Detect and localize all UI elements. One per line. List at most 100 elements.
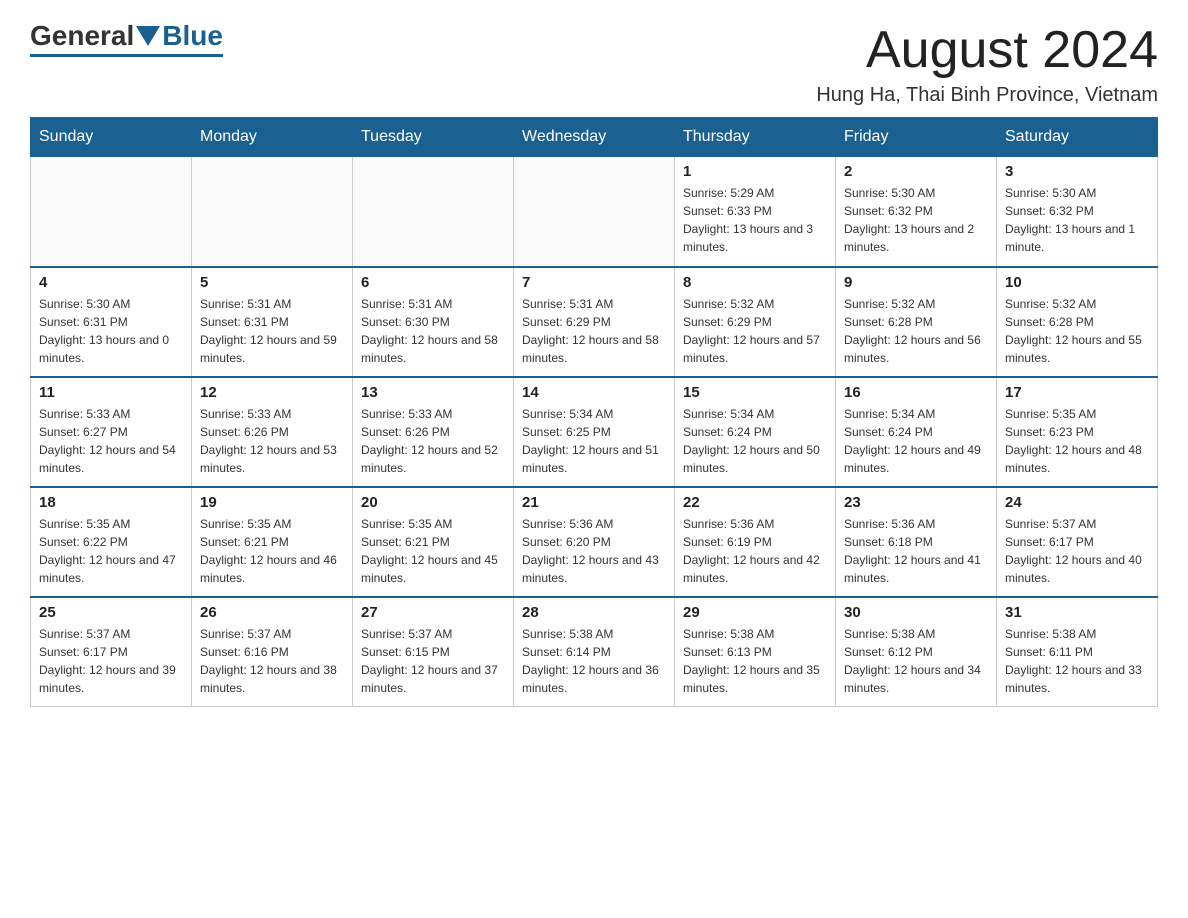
day-info: Sunrise: 5:38 AMSunset: 6:11 PMDaylight:… <box>1005 625 1149 697</box>
calendar-cell: 25Sunrise: 5:37 AMSunset: 6:17 PMDayligh… <box>31 597 192 707</box>
calendar-cell: 28 Sunrise: 5:38 AMSunset: 6:14 PMDayligh… <box>514 597 675 707</box>
day-info: Sunrise: 5:32 AMSunset: 6:29 PMDaylight:… <box>683 295 827 367</box>
day-number: 28 <box>522 604 666 621</box>
logo-underline <box>30 54 223 57</box>
day-number: 2 <box>844 163 988 180</box>
calendar-cell: 20 Sunrise: 5:35 AMSunset: 6:21 PMDayligh… <box>353 487 514 597</box>
calendar-cell: 9 Sunrise: 5:32 AMSunset: 6:28 PMDaylight… <box>836 267 997 377</box>
day-number: 23 <box>844 494 988 511</box>
day-number: 8 <box>683 274 827 291</box>
calendar-cell: 29 Sunrise: 5:38 AMSunset: 6:13 PMDayligh… <box>675 597 836 707</box>
day-info: Sunrise: 5:32 AMSunset: 6:28 PMDaylight:… <box>844 295 988 367</box>
day-info: Sunrise: 5:30 AMSunset: 6:31 PMDaylight:… <box>39 295 183 367</box>
calendar-cell: 24 Sunrise: 5:37 AMSunset: 6:17 PMDayligh… <box>997 487 1158 597</box>
day-info: Sunrise: 5:30 AMSunset: 6:32 PMDaylight:… <box>844 184 988 256</box>
calendar-cell: 30 Sunrise: 5:38 AMSunset: 6:12 PMDayligh… <box>836 597 997 707</box>
calendar-cell <box>353 157 514 267</box>
calendar-cell: 23 Sunrise: 5:36 AMSunset: 6:18 PMDayligh… <box>836 487 997 597</box>
day-info: Sunrise: 5:37 AMSunset: 6:15 PMDaylight:… <box>361 625 505 697</box>
calendar-cell: 4 Sunrise: 5:30 AMSunset: 6:31 PMDaylight… <box>31 267 192 377</box>
day-number: 10 <box>1005 274 1149 291</box>
day-info: Sunrise: 5:38 AMSunset: 6:12 PMDaylight:… <box>844 625 988 697</box>
day-info: Sunrise: 5:35 AMSunset: 6:21 PMDaylight:… <box>361 515 505 587</box>
calendar-cell <box>31 157 192 267</box>
day-number: 13 <box>361 384 505 401</box>
location-text: Hung Ha, Thai Binh Province, Vietnam <box>816 84 1158 107</box>
calendar-cell: 3Sunrise: 5:30 AMSunset: 6:32 PMDaylight… <box>997 157 1158 267</box>
calendar-cell: 31 Sunrise: 5:38 AMSunset: 6:11 PMDayligh… <box>997 597 1158 707</box>
day-number: 4 <box>39 274 183 291</box>
day-info: Sunrise: 5:32 AMSunset: 6:28 PMDaylight:… <box>1005 295 1149 367</box>
calendar-table: SundayMondayTuesdayWednesdayThursdayFrid… <box>30 117 1158 707</box>
calendar-cell: 10 Sunrise: 5:32 AMSunset: 6:28 PMDayligh… <box>997 267 1158 377</box>
page-header: General Blue August 2024 Hung Ha, Thai B… <box>30 20 1158 107</box>
calendar-week-row: 11 Sunrise: 5:33 AMSunset: 6:27 PMDayligh… <box>31 377 1158 487</box>
day-info: Sunrise: 5:36 AMSunset: 6:19 PMDaylight:… <box>683 515 827 587</box>
day-number: 19 <box>200 494 344 511</box>
day-number: 15 <box>683 384 827 401</box>
day-info: Sunrise: 5:35 AMSunset: 6:22 PMDaylight:… <box>39 515 183 587</box>
title-section: August 2024 Hung Ha, Thai Binh Province,… <box>816 20 1158 107</box>
day-header-tuesday: Tuesday <box>353 118 514 157</box>
calendar-cell: 26 Sunrise: 5:37 AMSunset: 6:16 PMDayligh… <box>192 597 353 707</box>
calendar-cell: 11 Sunrise: 5:33 AMSunset: 6:27 PMDayligh… <box>31 377 192 487</box>
day-info: Sunrise: 5:37 AMSunset: 6:17 PMDaylight:… <box>39 625 183 697</box>
day-number: 9 <box>844 274 988 291</box>
day-header-thursday: Thursday <box>675 118 836 157</box>
day-number: 26 <box>200 604 344 621</box>
day-header-saturday: Saturday <box>997 118 1158 157</box>
logo-general-text: General <box>30 20 134 52</box>
calendar-cell: 14Sunrise: 5:34 AMSunset: 6:25 PMDayligh… <box>514 377 675 487</box>
day-header-friday: Friday <box>836 118 997 157</box>
day-info: Sunrise: 5:30 AMSunset: 6:32 PMDaylight:… <box>1005 184 1149 256</box>
day-number: 7 <box>522 274 666 291</box>
day-info: Sunrise: 5:33 AMSunset: 6:27 PMDaylight:… <box>39 405 183 477</box>
calendar-cell: 21Sunrise: 5:36 AMSunset: 6:20 PMDayligh… <box>514 487 675 597</box>
day-number: 31 <box>1005 604 1149 621</box>
day-info: Sunrise: 5:34 AMSunset: 6:25 PMDaylight:… <box>522 405 666 477</box>
calendar-header-row: SundayMondayTuesdayWednesdayThursdayFrid… <box>31 118 1158 157</box>
day-number: 30 <box>844 604 988 621</box>
day-info: Sunrise: 5:38 AMSunset: 6:14 PMDaylight:… <box>522 625 666 697</box>
day-info: Sunrise: 5:34 AMSunset: 6:24 PMDaylight:… <box>683 405 827 477</box>
day-number: 1 <box>683 163 827 180</box>
day-number: 24 <box>1005 494 1149 511</box>
calendar-cell: 13 Sunrise: 5:33 AMSunset: 6:26 PMDayligh… <box>353 377 514 487</box>
calendar-cell: 16Sunrise: 5:34 AMSunset: 6:24 PMDayligh… <box>836 377 997 487</box>
logo: General Blue <box>30 20 223 57</box>
day-info: Sunrise: 5:33 AMSunset: 6:26 PMDaylight:… <box>361 405 505 477</box>
day-info: Sunrise: 5:37 AMSunset: 6:17 PMDaylight:… <box>1005 515 1149 587</box>
day-number: 11 <box>39 384 183 401</box>
calendar-cell <box>192 157 353 267</box>
calendar-cell: 22Sunrise: 5:36 AMSunset: 6:19 PMDayligh… <box>675 487 836 597</box>
calendar-cell: 7 Sunrise: 5:31 AMSunset: 6:29 PMDaylight… <box>514 267 675 377</box>
calendar-week-row: 18 Sunrise: 5:35 AMSunset: 6:22 PMDayligh… <box>31 487 1158 597</box>
month-title: August 2024 <box>816 20 1158 80</box>
calendar-cell: 19 Sunrise: 5:35 AMSunset: 6:21 PMDayligh… <box>192 487 353 597</box>
day-info: Sunrise: 5:31 AMSunset: 6:31 PMDaylight:… <box>200 295 344 367</box>
day-number: 18 <box>39 494 183 511</box>
day-info: Sunrise: 5:35 AMSunset: 6:23 PMDaylight:… <box>1005 405 1149 477</box>
day-number: 21 <box>522 494 666 511</box>
day-number: 27 <box>361 604 505 621</box>
logo-triangle-icon <box>136 26 160 46</box>
day-info: Sunrise: 5:38 AMSunset: 6:13 PMDaylight:… <box>683 625 827 697</box>
day-info: Sunrise: 5:36 AMSunset: 6:18 PMDaylight:… <box>844 515 988 587</box>
day-header-sunday: Sunday <box>31 118 192 157</box>
calendar-cell <box>514 157 675 267</box>
calendar-week-row: 1Sunrise: 5:29 AMSunset: 6:33 PMDaylight… <box>31 157 1158 267</box>
calendar-cell: 8 Sunrise: 5:32 AMSunset: 6:29 PMDaylight… <box>675 267 836 377</box>
calendar-cell: 18 Sunrise: 5:35 AMSunset: 6:22 PMDayligh… <box>31 487 192 597</box>
calendar-cell: 2 Sunrise: 5:30 AMSunset: 6:32 PMDaylight… <box>836 157 997 267</box>
calendar-cell: 1Sunrise: 5:29 AMSunset: 6:33 PMDaylight… <box>675 157 836 267</box>
day-header-monday: Monday <box>192 118 353 157</box>
day-number: 20 <box>361 494 505 511</box>
day-info: Sunrise: 5:37 AMSunset: 6:16 PMDaylight:… <box>200 625 344 697</box>
day-number: 16 <box>844 384 988 401</box>
day-number: 29 <box>683 604 827 621</box>
day-info: Sunrise: 5:31 AMSunset: 6:29 PMDaylight:… <box>522 295 666 367</box>
calendar-cell: 17Sunrise: 5:35 AMSunset: 6:23 PMDayligh… <box>997 377 1158 487</box>
day-info: Sunrise: 5:31 AMSunset: 6:30 PMDaylight:… <box>361 295 505 367</box>
logo-blue-text: Blue <box>162 20 223 52</box>
day-info: Sunrise: 5:35 AMSunset: 6:21 PMDaylight:… <box>200 515 344 587</box>
